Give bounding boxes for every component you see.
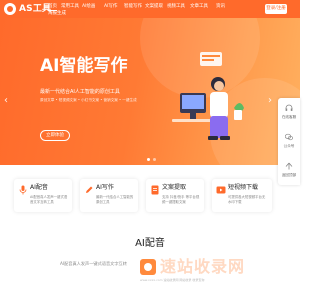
section-title: AI配音 (135, 238, 165, 249)
nav-item-home[interactable]: 首页 (48, 4, 57, 11)
card-title: AI配音 (30, 184, 48, 191)
side-toolbar: 在线客服 公众号 返回顶部 (278, 98, 300, 185)
card-title: 文案提取 (162, 184, 187, 191)
monitor-screen (182, 95, 204, 109)
side-label: 返回顶部 (281, 173, 297, 177)
pen-icon (86, 186, 93, 193)
side-item-service[interactable]: 在线客服 (278, 98, 300, 127)
download-icon (216, 186, 226, 194)
logo-text: AS工具 (19, 4, 52, 14)
card-desc: 支持 抖音/快手 等平台视频一键提取文案 (162, 195, 200, 204)
person-legs (210, 116, 228, 138)
feature-card-copy-extract[interactable]: 文案提取 支持 抖音/快手 等平台视频一键提取文案 (146, 179, 204, 212)
watermark-logo-icon (140, 259, 156, 275)
card-desc: AI配音真人发声一键式语音文字互转工具 (30, 195, 68, 204)
plant-pot (234, 110, 242, 120)
side-label: 在线客服 (281, 115, 297, 119)
next-arrow-icon[interactable]: › (268, 96, 272, 106)
nav-item-copy-extract[interactable]: 文案提取 (145, 4, 163, 10)
watermark-text: 速站收录网 (160, 257, 246, 276)
carousel-dot[interactable] (153, 158, 156, 161)
nav-item-video-tools[interactable]: 视频工具 (167, 4, 185, 10)
feature-card-ai-writing[interactable]: AI写作 最新一代结合人工智能的原创工具 (80, 179, 138, 212)
hero-description: 原创文章 • 短视频文案 • 小红书文案 • 营销文案 • 一键生成 (40, 98, 137, 102)
headset-icon (285, 104, 293, 111)
card-title: AI写作 (96, 184, 114, 191)
carousel-dot[interactable] (147, 158, 150, 161)
wechat-icon (285, 133, 293, 141)
hero-banner: ‹ › AI智能写作 最新一代结合AI人工智能的原创工具 原创文章 • 短视频文… (0, 18, 300, 165)
microphone-icon (19, 185, 27, 195)
chat-line (202, 55, 220, 57)
person-shoe (220, 136, 230, 140)
nav-item-article-tools[interactable]: 文章工具 (190, 4, 208, 10)
feature-card-ai-voice[interactable]: AI配音 AI配音真人发声一键式语音文字互转工具 (14, 179, 72, 212)
nav-item-news[interactable]: 资讯 (216, 4, 225, 10)
card-title: 短视频下载 (228, 184, 259, 191)
person-body (210, 92, 228, 118)
person-face (214, 81, 224, 91)
arrow-up-icon (285, 162, 293, 170)
hero-subtitle: 最新一代结合AI人工智能的原创工具 (40, 89, 120, 95)
top-nav: AS工具 首页 常用工具 AI绘画 AI写作 智能写作 文案提取 视频工具 文章… (0, 0, 300, 18)
nav-item-ai-writing[interactable]: AI写作 (104, 4, 117, 10)
side-item-top[interactable]: 返回顶部 (278, 156, 300, 185)
feature-card-video-download[interactable]: 短视频下载 可提供各大短视频平台无水印下载 (212, 179, 272, 212)
side-item-wechat[interactable]: 公众号 (278, 127, 300, 156)
chat-line (202, 59, 214, 61)
carousel-dots (147, 158, 156, 161)
watermark: 速站收录网 (140, 257, 245, 277)
hero-title: AI智能写作 (40, 56, 128, 76)
document-icon (151, 185, 159, 195)
monitor-stand (190, 113, 196, 119)
login-button[interactable]: 登录/注册 (265, 4, 287, 14)
person-shoe (208, 136, 218, 140)
nav-item-poster[interactable]: 海报生成 (48, 11, 66, 17)
card-desc: 可提供各大短视频平台无水印下载 (228, 195, 266, 204)
prev-arrow-icon[interactable]: ‹ (4, 96, 8, 106)
logo-icon (4, 3, 16, 15)
nav-item-smart-writing[interactable]: 智能写作 (124, 4, 142, 10)
watermark-subtext: www.xxxx.com 速站收录网 网站收录 收录查询 (140, 278, 205, 282)
logo[interactable]: AS工具 (4, 3, 51, 15)
nav-item-common-tools[interactable]: 常用工具 (61, 4, 79, 10)
try-now-button[interactable]: 立即体验 (40, 130, 70, 141)
hero-illustration (172, 52, 244, 140)
side-label: 公众号 (283, 144, 295, 148)
card-desc: 最新一代结合人工智能的原创工具 (96, 195, 134, 204)
nav-item-ai-painting[interactable]: AI绘画 (82, 4, 95, 10)
